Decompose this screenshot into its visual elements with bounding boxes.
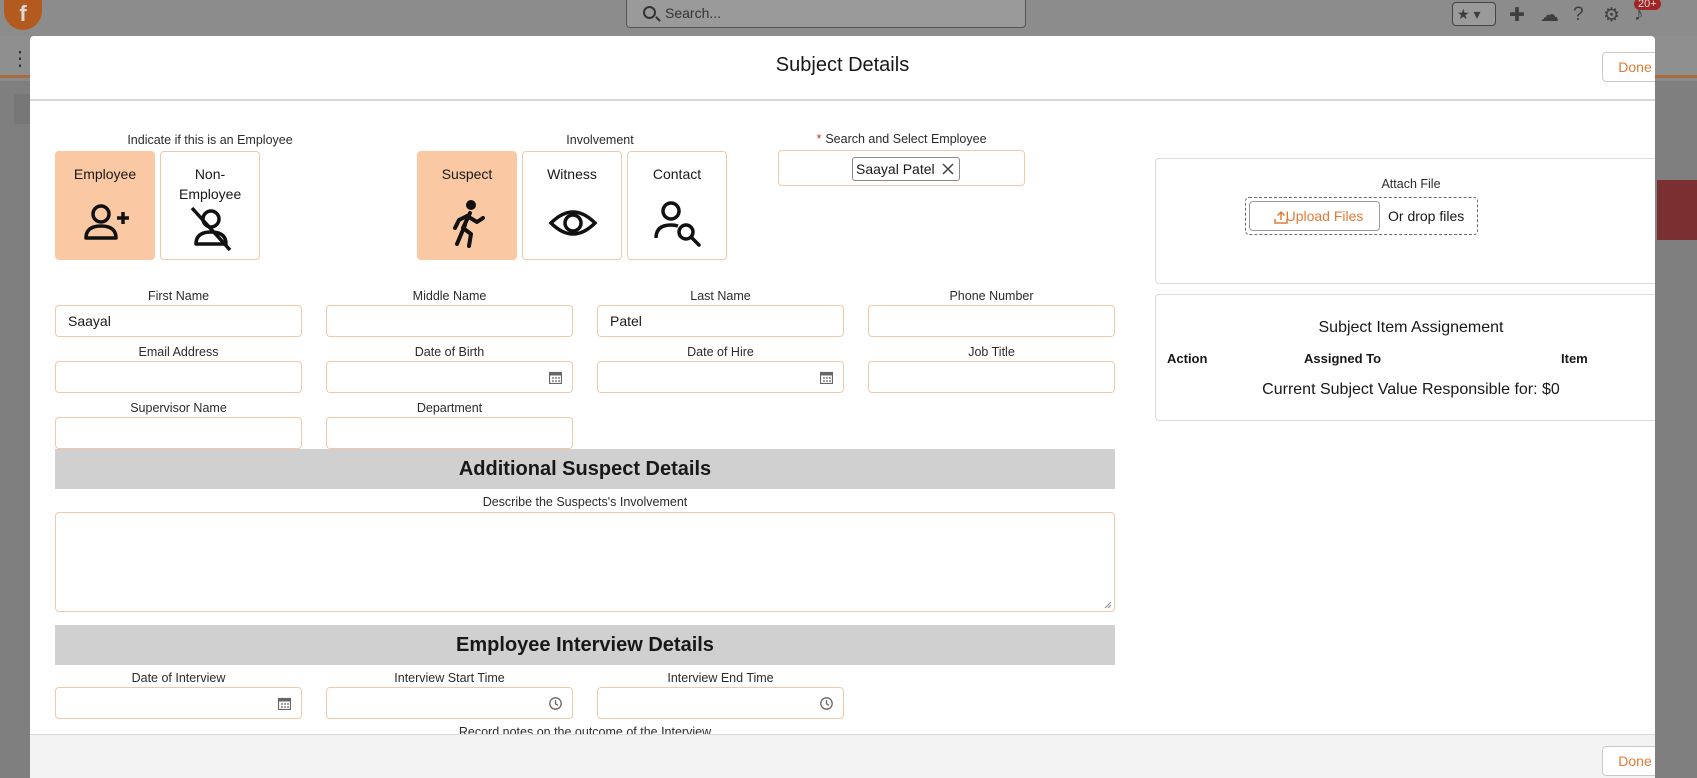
running-person-icon [453, 200, 485, 248]
close-icon[interactable] [942, 163, 954, 175]
employee-indicator-label: Indicate if this is an Employee [127, 133, 293, 147]
attach-file-card: Attach File Upload Files Or drop files [1155, 158, 1655, 284]
modal-title: Subject Details [775, 54, 910, 76]
assignment-title: Subject Item Assignement [1318, 319, 1504, 336]
suspect-tile[interactable]: Suspect [417, 151, 517, 260]
date-of-hire-field[interactable] [597, 361, 844, 393]
global-search-placeholder: Search... [665, 5, 722, 21]
last-name-field[interactable]: Patel [597, 305, 844, 337]
phone-number-label: Phone Number [949, 289, 1034, 303]
date-of-hire-label: Date of Hire [687, 345, 754, 359]
upload-files-button[interactable]: Upload Files [1249, 201, 1380, 231]
suspect-involvement-label: Describe the Suspects's Involvement [482, 495, 688, 509]
last-name-label: Last Name [690, 289, 751, 303]
current-subject-value: Current Subject Value Responsible for: $… [1262, 381, 1560, 398]
gear-icon: ⚙ [1603, 5, 1621, 26]
phone-number-field[interactable] [868, 305, 1115, 337]
employee-search-label-text: Search and Select Employee [825, 132, 987, 146]
employee-tile[interactable]: Employee [55, 151, 155, 260]
contact-tile-label: Contact [652, 166, 702, 182]
column-header-assigned-to: Assigned To [1304, 351, 1382, 366]
employee-tile-label: Employee [73, 166, 137, 182]
plus-icon: ✚ [1509, 5, 1525, 26]
additional-suspect-heading: Additional Suspect Details [55, 449, 1115, 489]
file-drop-zone[interactable]: Upload Files Or drop files [1245, 197, 1478, 235]
subject-details-modal: Subject Details Done Indicate if this is… [30, 36, 1655, 778]
supervisor-name-label: Supervisor Name [130, 401, 227, 415]
help-icon: ? [1573, 4, 1584, 25]
first-name-label: First Name [147, 289, 210, 303]
contact-tile[interactable]: Contact [627, 151, 727, 260]
department-label: Department [416, 401, 483, 415]
witness-tile-label: Witness [547, 166, 597, 182]
email-address-field[interactable] [55, 361, 302, 393]
modal-footer: Done [30, 734, 1655, 778]
middle-name-label: Middle Name [412, 289, 487, 303]
job-title-field[interactable] [868, 361, 1115, 393]
interview-start-field[interactable] [326, 687, 573, 719]
interview-notes-label: Record notes on the outcome of the Inter… [458, 725, 712, 734]
column-header-item: Item [1561, 351, 1588, 366]
interview-heading: Employee Interview Details [55, 625, 1115, 665]
drop-files-text: Or drop files [1388, 208, 1465, 224]
interview-end-field[interactable] [597, 687, 844, 719]
attach-file-label: Attach File [1381, 177, 1441, 191]
non-employee-tile[interactable]: Non-Employee [160, 151, 260, 260]
upload-files-label: Upload Files [1285, 208, 1364, 224]
interview-start-label: Interview Start Time [394, 671, 505, 685]
middle-name-field[interactable] [326, 305, 573, 337]
upload-icon [1274, 210, 1288, 224]
interview-date-field[interactable] [55, 687, 302, 719]
calendar-icon[interactable] [549, 371, 562, 384]
department-field[interactable] [326, 417, 573, 449]
subject-item-assignment-card: Subject Item Assignement Action Assigned… [1155, 294, 1655, 421]
modal-header: Subject Details Done [30, 36, 1655, 101]
calendar-icon[interactable] [278, 697, 291, 710]
suspect-tile-label: Suspect [441, 166, 493, 182]
user-slash-icon [190, 206, 232, 252]
suspect-involvement-textarea[interactable] [55, 512, 1115, 612]
witness-tile[interactable]: Witness [522, 151, 622, 260]
done-button-top[interactable]: Done [1602, 52, 1655, 82]
employee-search-label: * Search and Select Employee [778, 132, 1025, 146]
global-search: Search... [626, 0, 1026, 28]
modal-body: Indicate if this is an Employee Employee… [30, 103, 1655, 734]
interview-end-label: Interview End Time [667, 671, 774, 685]
trailhead-icon: ☁ [1540, 5, 1559, 26]
selected-employee-pill: Saayal Patel [852, 157, 960, 181]
date-of-birth-field[interactable] [326, 361, 573, 393]
resize-grip-icon[interactable] [1104, 601, 1112, 609]
first-name-field[interactable]: Saayal [55, 305, 302, 337]
involvement-label: Involvement [566, 133, 634, 147]
search-icon [643, 6, 656, 19]
employee-search-input[interactable]: Saayal Patel [778, 150, 1025, 186]
required-asterisk: * [816, 132, 822, 146]
selected-employee-name: Saayal Patel [856, 161, 935, 177]
non-employee-tile-label: Non-Employee [179, 166, 242, 202]
interview-date-label: Date of Interview [131, 671, 226, 685]
calendar-icon[interactable] [820, 371, 833, 384]
email-address-label: Email Address [138, 345, 219, 359]
date-of-birth-label: Date of Birth [414, 345, 485, 359]
column-header-action: Action [1167, 351, 1208, 366]
background-badge-block [1657, 180, 1697, 240]
notification-badge: 20+ [1634, 0, 1661, 10]
done-button-bottom[interactable]: Done [1602, 746, 1655, 776]
job-title-label: Job Title [968, 345, 1015, 359]
add-user-icon [84, 204, 129, 240]
person-search-icon [654, 201, 701, 247]
favorites-star-icon: ★ ▾ [1452, 2, 1496, 26]
supervisor-name-field[interactable] [55, 417, 302, 449]
clock-icon[interactable] [549, 697, 562, 710]
eye-icon [548, 210, 598, 236]
clock-icon[interactable] [820, 697, 833, 710]
